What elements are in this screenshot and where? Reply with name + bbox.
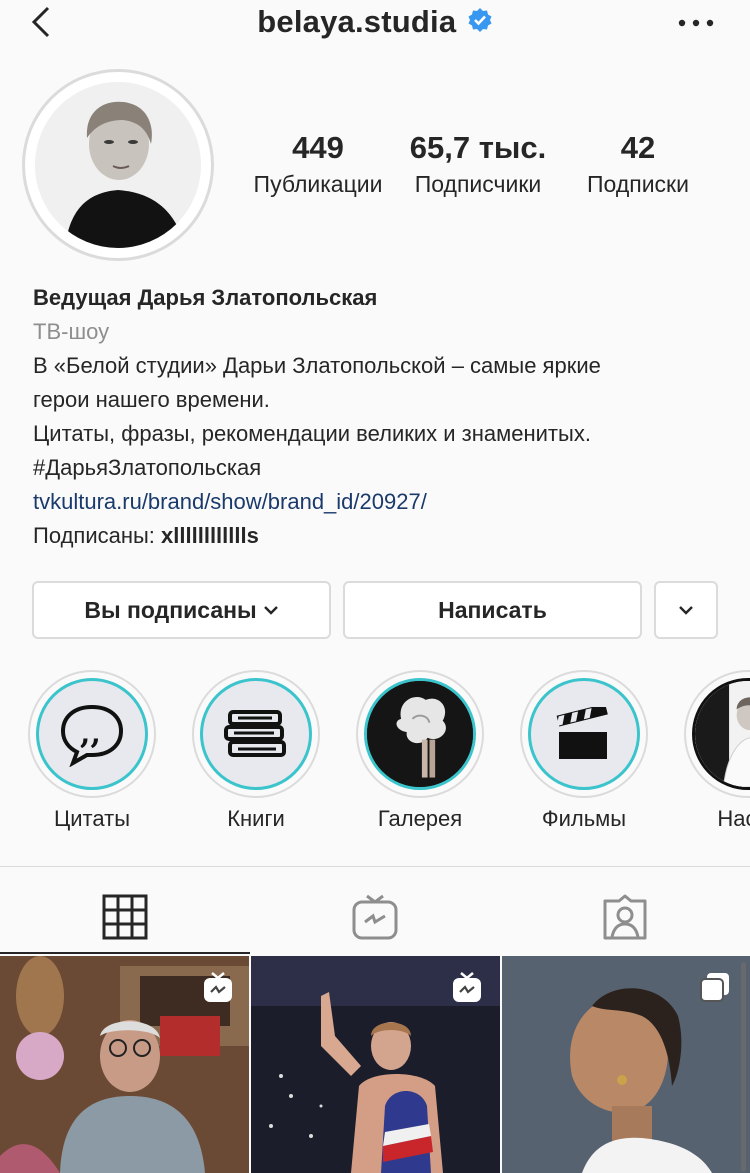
highlight-portrait[interactable]: Насто [683, 670, 750, 832]
bio-website-link[interactable]: tvkultura.ru/brand/show/brand_id/20927/ [33, 485, 723, 519]
tab-tagged[interactable] [500, 880, 750, 954]
profile-avatar-ring[interactable] [22, 69, 214, 261]
igtv-badge-icon [204, 972, 232, 1002]
carousel-badge-icon [700, 973, 729, 1002]
scrollbar[interactable] [741, 962, 746, 1172]
highlight-label: Цитаты [53, 806, 131, 831]
suggestions-dropdown-button[interactable] [654, 581, 718, 639]
chevron-down-icon [263, 606, 278, 615]
highlight-label: Книги [227, 806, 285, 831]
highlight-cover [692, 678, 750, 790]
highlight-cover [200, 678, 312, 790]
highlight-cover [528, 678, 640, 790]
profile-stats: 449 Публикации 65,7 тыс. Подписчики 42 П… [240, 130, 730, 210]
highlight-cover [364, 678, 476, 790]
followed-by-prefix: Подписаны: [33, 523, 162, 548]
profile-bio: Ведущая Дарья Златопольская ТВ-шоу В «Бе… [33, 281, 723, 553]
following-count[interactable]: 42 Подписки [570, 130, 706, 202]
following-count-label: Подписки [587, 171, 689, 197]
followers-count-value: 65,7 тыс. [409, 130, 547, 165]
profile-category: ТВ-шоу [33, 319, 110, 344]
chevron-down-icon [679, 606, 693, 615]
message-button-label: Написать [438, 596, 547, 623]
highlight-ring [684, 670, 750, 798]
more-horizontal-icon [678, 19, 714, 27]
profile-header: belaya.studia [0, 0, 750, 56]
posts-count-value: 449 [292, 130, 344, 165]
followed-by[interactable]: Подписаны: xlllllllllllls [33, 519, 723, 553]
clapperboard-icon [556, 707, 608, 759]
quote-bubble-icon: ,, [60, 704, 124, 767]
tab-grid[interactable] [0, 880, 250, 954]
username-title: belaya.studia [257, 4, 457, 39]
bio-line-2: герои нашего времени. [33, 387, 270, 412]
profile-name: Ведущая Дарья Златопольская [33, 285, 378, 310]
highlight-films[interactable]: Фильмы [519, 670, 649, 832]
tagged-person-icon [603, 894, 647, 940]
posts-count[interactable]: 449 Публикации [240, 130, 396, 202]
posts-grid [0, 956, 750, 1173]
highlight-ring [192, 670, 320, 798]
following-button[interactable]: Вы подписаны [32, 581, 331, 639]
tab-igtv[interactable] [250, 880, 500, 954]
following-button-label: Вы подписаны [84, 596, 257, 623]
books-icon [224, 710, 286, 757]
followed-by-user: xlllllllllllls [161, 523, 259, 548]
bio-line-1: В «Белой студии» Дарьи Златопольской – с… [33, 353, 601, 378]
verified-badge-icon [468, 8, 492, 32]
highlight-label: Галерея [377, 806, 463, 831]
post-thumbnail[interactable] [251, 956, 500, 1173]
gallery-image [367, 681, 473, 787]
story-highlights: ,, Цитаты Книги Галерея Фильмы На [0, 670, 750, 850]
highlight-quotes[interactable]: ,, Цитаты [27, 670, 157, 832]
highlight-ring: ,, [28, 670, 156, 798]
highlight-gallery[interactable]: Галерея [355, 670, 485, 832]
title-wrap: belaya.studia [0, 4, 750, 40]
highlight-cover: ,, [36, 678, 148, 790]
post-thumbnail[interactable] [0, 956, 249, 1173]
portrait-image [695, 681, 750, 787]
tabs-divider [0, 866, 750, 867]
highlight-label: Насто [717, 806, 750, 831]
bio-hashtag[interactable]: #ДарьяЗлатопольская [33, 451, 723, 485]
bio-line-3: Цитаты, фразы, рекомендации великих и зн… [33, 421, 591, 446]
following-count-value: 42 [620, 130, 656, 165]
grid-icon [102, 894, 148, 940]
active-tab-indicator [0, 952, 250, 954]
highlight-ring [520, 670, 648, 798]
avatar [35, 82, 201, 248]
igtv-badge-icon [453, 972, 481, 1002]
highlight-ring [356, 670, 484, 798]
highlight-label: Фильмы [541, 806, 627, 831]
more-options-button[interactable] [676, 10, 716, 36]
igtv-icon [352, 894, 398, 940]
message-button[interactable]: Написать [343, 581, 642, 639]
followers-count-label: Подписчики [414, 171, 542, 197]
svg-text:,,: ,, [80, 716, 101, 751]
posts-count-label: Публикации [253, 171, 383, 197]
highlight-books[interactable]: Книги [191, 670, 321, 832]
post-thumbnail[interactable] [502, 956, 750, 1173]
followers-count[interactable]: 65,7 тыс. Подписчики [403, 130, 553, 202]
